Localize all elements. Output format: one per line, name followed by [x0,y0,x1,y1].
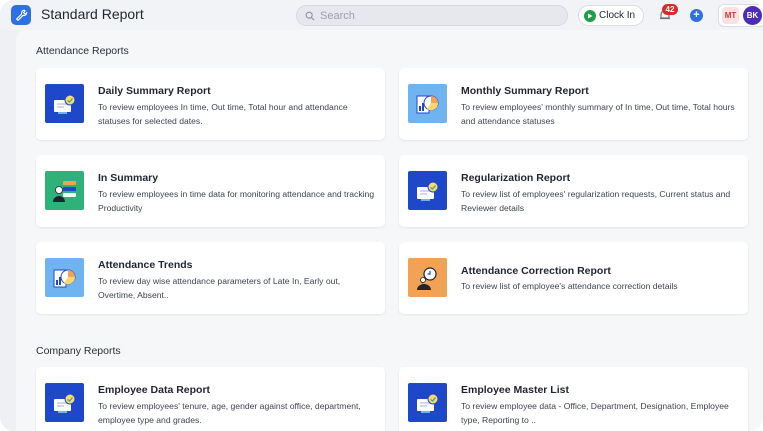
card-description: To review employees' monthly summary of … [461,102,735,126]
notification-badge: 42 [662,4,678,15]
person-list-icon [45,171,84,210]
report-chart-icon [45,84,84,123]
report-card-regularization[interactable]: Regularization Report To review list of … [399,155,748,227]
user-initials-badge[interactable]: MT [722,7,739,24]
person-search-icon [408,258,447,297]
card-description: To review employees in time data for mon… [98,189,375,213]
card-description: To review employees In time, Out time, T… [98,102,348,126]
card-title: Daily Summary Report [98,85,211,97]
card-title: Attendance Trends [98,259,193,271]
card-title: Employee Master List [461,384,569,396]
card-title: Regularization Report [461,172,571,184]
card-description: To review employees' tenure, age, gender… [98,401,361,425]
section-title-attendance: Attendance Reports [36,45,129,57]
report-card-in-summary[interactable]: In Summary To review employees in time d… [36,155,385,227]
report-card-daily-summary[interactable]: Daily Summary Report To review employees… [36,68,385,140]
card-description: To review employee data - Office, Depart… [461,401,729,425]
card-title: Employee Data Report [98,384,211,396]
clock-in-label: Clock In [599,10,636,21]
card-title: Attendance Correction Report [461,265,611,277]
report-card-employee-master[interactable]: Employee Master List To review employee … [399,367,748,431]
card-description: To review list of employees' regularizat… [461,189,731,213]
clock-in-button[interactable]: Clock In [578,5,644,26]
report-card-attendance-trends[interactable]: Attendance Trends To review day wise att… [36,242,385,314]
card-description: To review day wise attendance parameters… [98,276,341,300]
pie-chart-icon [45,258,84,297]
search-box[interactable] [296,5,568,26]
avatar[interactable]: BK [743,6,762,25]
app-window: Standard Report Clock In 42 + MT BK Atte… [0,0,763,431]
play-icon [584,9,596,22]
report-card-attendance-correction[interactable]: Attendance Correction Report To review l… [399,242,748,314]
card-description: To review list of employee's attendance … [461,281,678,291]
card-title: Monthly Summary Report [461,85,589,97]
report-card-monthly-summary[interactable]: Monthly Summary Report To review employe… [399,68,748,140]
report-chart-icon [408,171,447,210]
search-icon [305,11,315,21]
report-chart-icon [45,383,84,422]
search-input[interactable] [320,9,560,22]
section-title-company: Company Reports [36,345,121,357]
add-icon[interactable]: + [690,9,703,22]
top-bar: Standard Report Clock In 42 + MT BK [0,0,763,30]
wrench-icon [11,5,31,25]
page-title: Standard Report [41,6,144,22]
card-title: In Summary [98,172,159,184]
pie-chart-icon [408,84,447,123]
report-chart-icon [408,383,447,422]
report-card-employee-data[interactable]: Employee Data Report To review employees… [36,367,385,431]
